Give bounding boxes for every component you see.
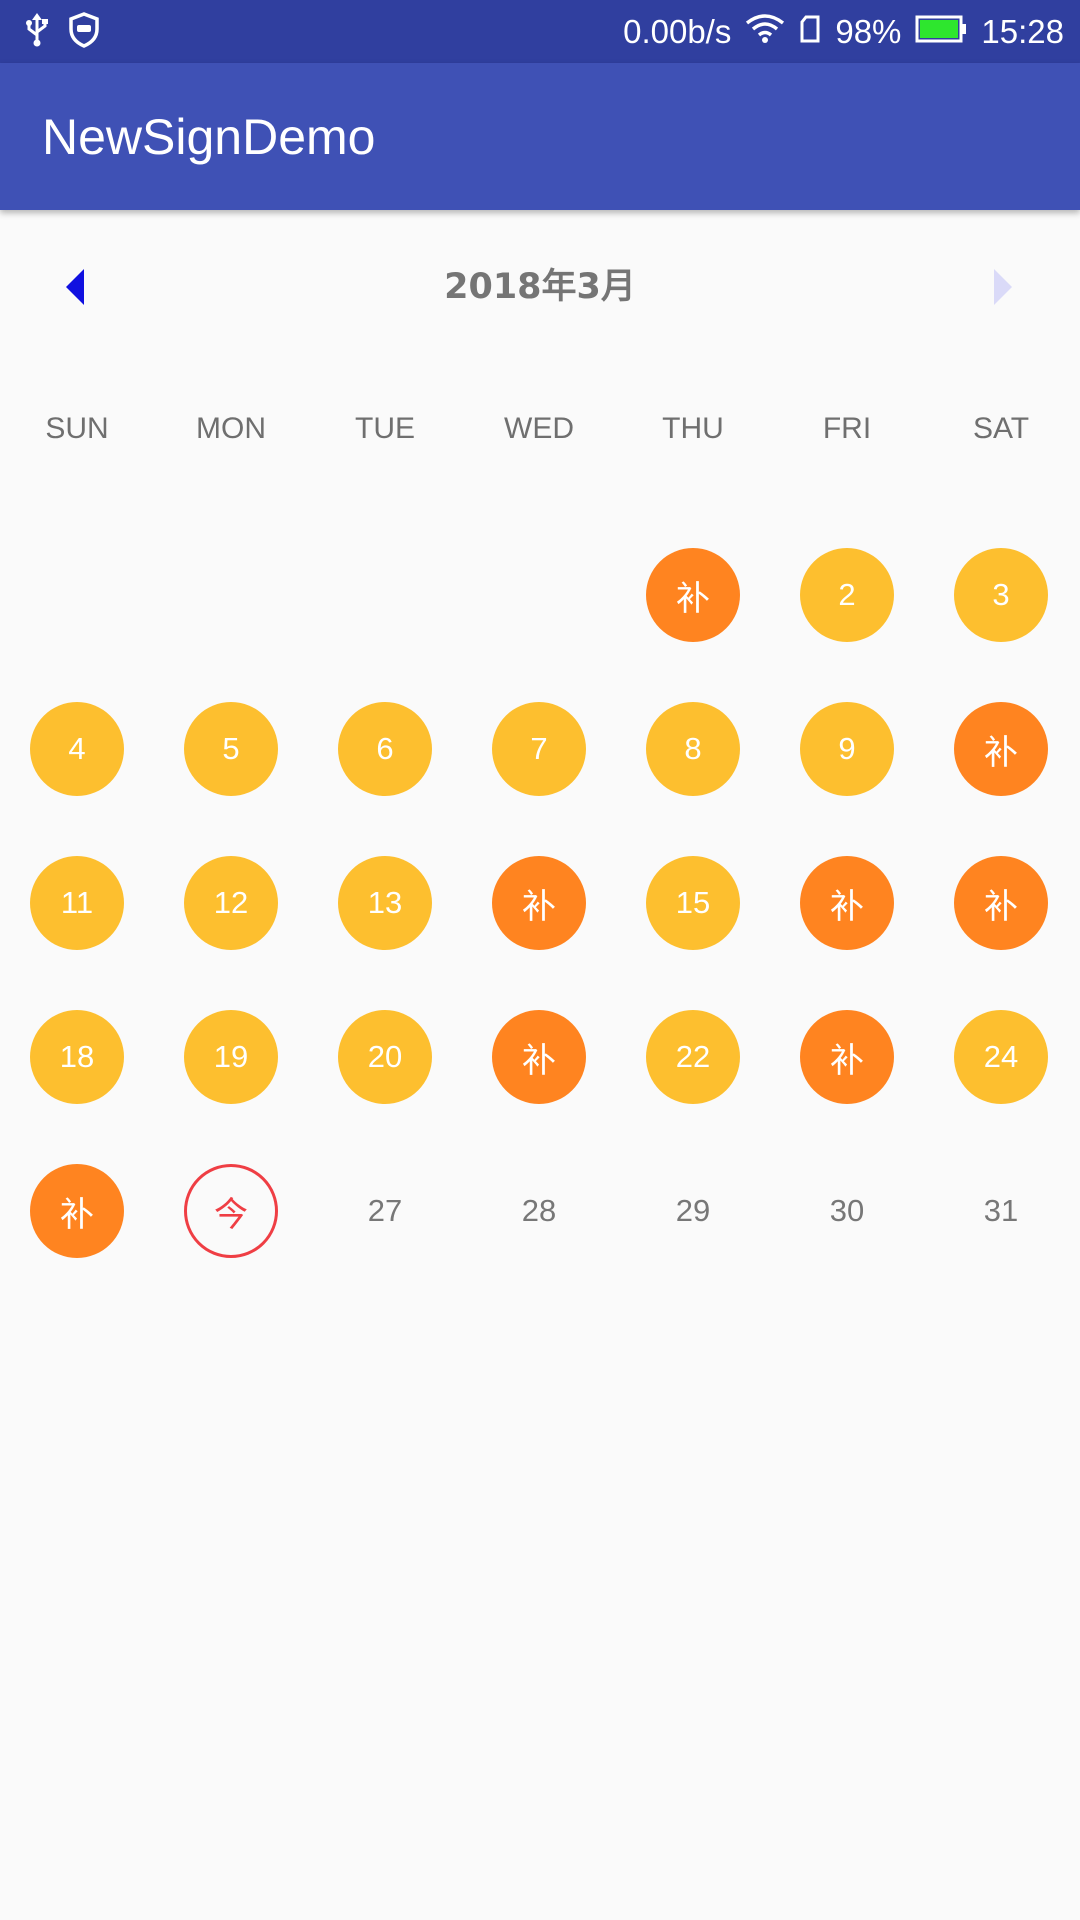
day-cell[interactable]: 补 (924, 672, 1078, 826)
day-cell[interactable]: 13 (308, 826, 462, 980)
day-cell[interactable]: 补 (462, 980, 616, 1134)
battery-percent-text: 98% (835, 12, 902, 50)
day-cell[interactable]: 补 (462, 826, 616, 980)
day-cell[interactable]: 28 (462, 1134, 616, 1288)
makeup-sign-day[interactable]: 补 (30, 1164, 124, 1258)
month-header: 2018年3月 (0, 250, 1080, 324)
day-cell[interactable]: 9 (770, 672, 924, 826)
future-day[interactable]: 28 (492, 1164, 586, 1258)
app-bar: NewSignDemo (0, 63, 1080, 210)
day-cell[interactable]: 20 (308, 980, 462, 1134)
signed-day[interactable]: 3 (954, 548, 1048, 642)
empty-day-cell (154, 518, 308, 672)
signed-day[interactable]: 4 (30, 702, 124, 796)
future-day[interactable]: 30 (800, 1164, 894, 1258)
sim-icon (799, 13, 821, 51)
signed-day[interactable]: 13 (338, 856, 432, 950)
signed-day[interactable]: 7 (492, 702, 586, 796)
signed-day[interactable]: 15 (646, 856, 740, 950)
makeup-sign-day[interactable]: 补 (954, 856, 1048, 950)
signed-day[interactable]: 9 (800, 702, 894, 796)
day-cell[interactable]: 5 (154, 672, 308, 826)
signed-day[interactable]: 12 (184, 856, 278, 950)
signed-day[interactable]: 5 (184, 702, 278, 796)
makeup-sign-day[interactable]: 补 (646, 548, 740, 642)
day-cell[interactable]: 11 (0, 826, 154, 980)
day-cell[interactable]: 3 (924, 518, 1078, 672)
day-cell[interactable]: 31 (924, 1134, 1078, 1288)
day-cell[interactable]: 补 (616, 518, 770, 672)
weekday-thu: THU (662, 412, 724, 445)
weekday-wed: WED (504, 412, 574, 445)
status-bar: 0.00b/s 98% 15:28 (0, 0, 1080, 63)
signed-day[interactable]: 24 (954, 1010, 1048, 1104)
makeup-sign-day[interactable]: 补 (800, 1010, 894, 1104)
makeup-sign-day[interactable]: 补 (954, 702, 1048, 796)
makeup-sign-day[interactable]: 补 (800, 856, 894, 950)
weekday-tue: TUE (355, 412, 415, 445)
right-triangle-icon (994, 269, 1012, 305)
next-month-button[interactable] (982, 267, 1022, 307)
makeup-sign-day[interactable]: 补 (492, 1010, 586, 1104)
day-cell[interactable]: 30 (770, 1134, 924, 1288)
empty-day-cell (462, 518, 616, 672)
signed-day[interactable]: 19 (184, 1010, 278, 1104)
day-cell[interactable]: 7 (462, 672, 616, 826)
today-marker[interactable]: 今 (184, 1164, 278, 1258)
future-day[interactable]: 29 (646, 1164, 740, 1258)
usb-icon (24, 12, 50, 51)
day-cell[interactable]: 补 (770, 826, 924, 980)
day-cell[interactable]: 22 (616, 980, 770, 1134)
weekday-fri: FRI (822, 412, 872, 445)
month-title: 2018年3月 (444, 267, 636, 307)
day-cell[interactable]: 19 (154, 980, 308, 1134)
signed-day[interactable]: 11 (30, 856, 124, 950)
day-cell[interactable]: 补 (0, 1134, 154, 1288)
signed-day[interactable]: 6 (338, 702, 432, 796)
signed-day[interactable]: 20 (338, 1010, 432, 1104)
shield-icon (68, 11, 100, 52)
clock-text: 15:28 (981, 12, 1064, 50)
day-cell[interactable]: 18 (0, 980, 154, 1134)
day-cell[interactable]: 29 (616, 1134, 770, 1288)
weekday-mon: MON (196, 412, 266, 445)
makeup-sign-day[interactable]: 补 (492, 856, 586, 950)
battery-icon (915, 13, 967, 51)
day-cell[interactable]: 4 (0, 672, 154, 826)
app-title: NewSignDemo (42, 108, 376, 165)
day-cell[interactable]: 15 (616, 826, 770, 980)
empty-day-cell (308, 518, 462, 672)
signed-day[interactable]: 8 (646, 702, 740, 796)
day-cell[interactable]: 6 (308, 672, 462, 826)
signed-day[interactable]: 2 (800, 548, 894, 642)
future-day[interactable]: 27 (338, 1164, 432, 1258)
day-cell[interactable]: 补 (924, 826, 1078, 980)
weekday-sun: SUN (45, 412, 109, 445)
day-cell[interactable]: 24 (924, 980, 1078, 1134)
day-cell[interactable]: 今 (154, 1134, 308, 1288)
signed-day[interactable]: 22 (646, 1010, 740, 1104)
weekday-row: SUN MON TUE WED THU FRI SAT (0, 412, 1080, 446)
day-cell[interactable]: 12 (154, 826, 308, 980)
calendar-grid: 补 2 3 4 5 6 7 8 9 补 11 12 13 补 15 补补 18 19 20 补 22 补 24 补今 27 28 2… (0, 518, 1080, 1288)
day-cell[interactable]: 补 (770, 980, 924, 1134)
day-cell[interactable]: 27 (308, 1134, 462, 1288)
day-cell[interactable]: 8 (616, 672, 770, 826)
day-cell[interactable]: 2 (770, 518, 924, 672)
empty-day-cell (0, 518, 154, 672)
future-day[interactable]: 31 (954, 1164, 1048, 1258)
weekday-sat: SAT (972, 412, 1030, 445)
signed-day[interactable]: 18 (30, 1010, 124, 1104)
wifi-icon (745, 13, 785, 51)
net-speed-text: 0.00b/s (623, 12, 732, 50)
